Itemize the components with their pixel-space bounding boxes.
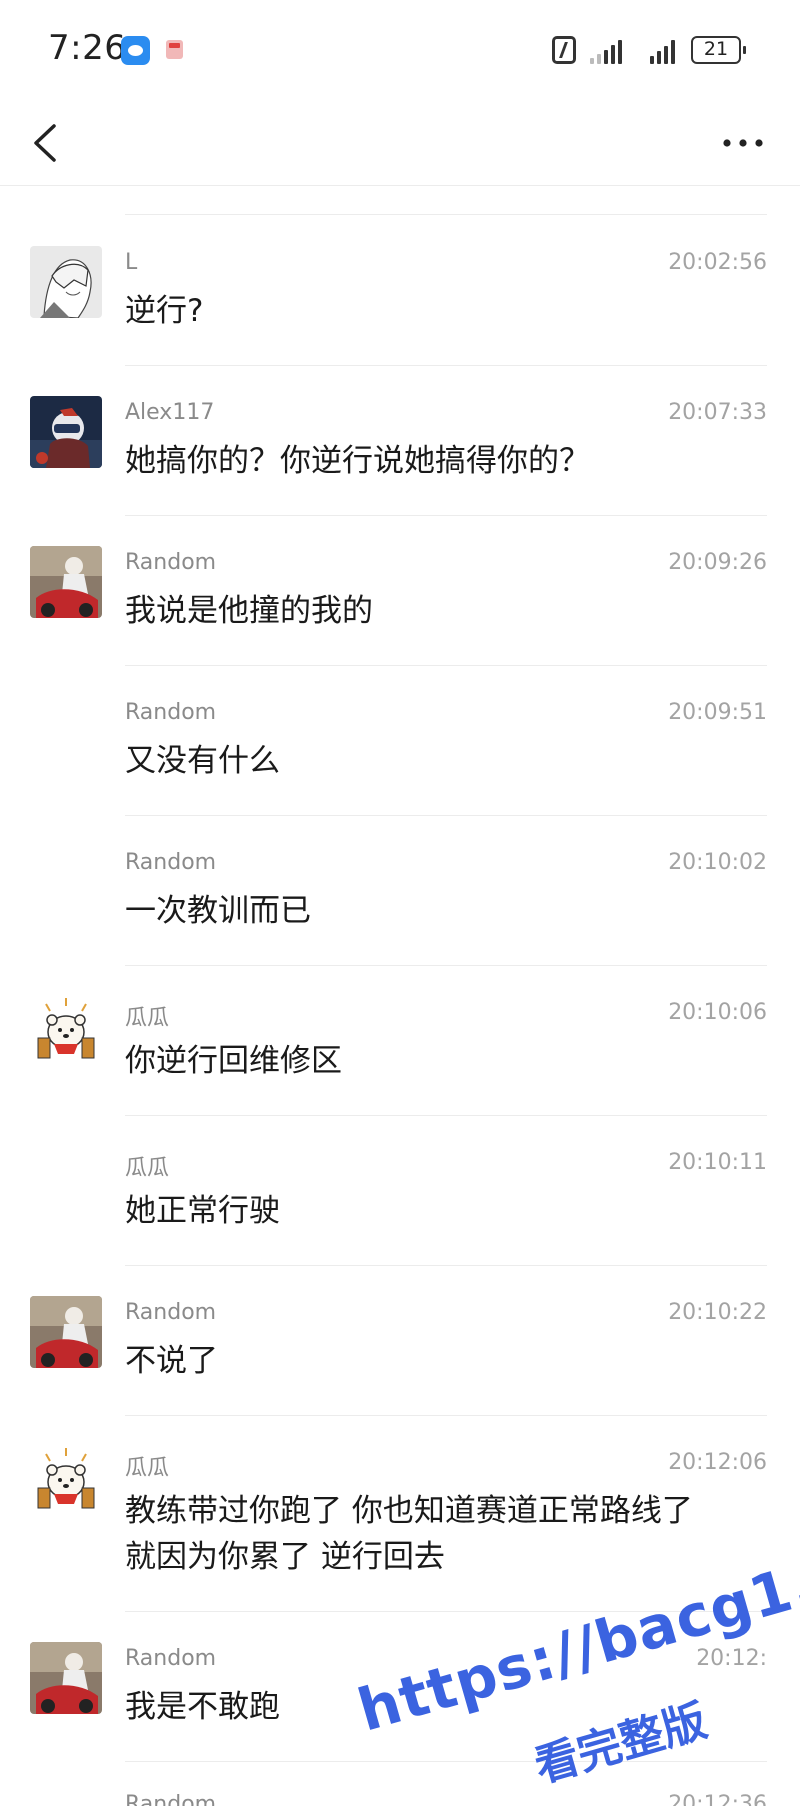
avatar[interactable] — [30, 246, 102, 318]
avatar[interactable] — [30, 996, 102, 1068]
chat-screen: 7:26 21 L 20:02:56 逆行? Alex117 20:07:33 … — [0, 0, 800, 1806]
message-item[interactable]: 瓜瓜 20:10:06 你逆行回维修区 — [0, 966, 800, 1116]
message-item[interactable]: Random 20:10:22 不说了 — [0, 1266, 800, 1416]
message-time: 20:10:22 — [668, 1300, 767, 1325]
sender-name: Random — [125, 1646, 217, 1671]
avatar[interactable] — [30, 1446, 102, 1518]
message-time: 20:10:02 — [668, 850, 767, 875]
message-time: 20:07:33 — [668, 400, 767, 425]
signal-icon — [590, 38, 622, 64]
sender-name: Alex117 — [125, 400, 215, 425]
message-item[interactable]: Alex117 20:07:33 她搞你的？你逆行说她搞得你的？ — [0, 366, 800, 516]
message-time: 20:02:56 — [668, 250, 767, 275]
message-text: 她正常行驶 — [125, 1193, 280, 1229]
status-bar: 7:26 21 — [0, 0, 800, 100]
message-item[interactable]: Random 20:09:51 又没有什么 — [0, 666, 800, 816]
message-text: 教练带过你跑了 你也知道赛道正常路线了 就因为你累了 逆行回去 — [125, 1488, 765, 1580]
sender-name: Random — [125, 550, 217, 575]
nfc-icon — [552, 36, 576, 64]
message-time: 20:12:36 — [668, 1792, 767, 1806]
message-time: 20:10:11 — [668, 1150, 767, 1175]
message-item[interactable]: Random 20:10:02 一次教训而已 — [0, 816, 800, 966]
avatar[interactable] — [30, 1642, 102, 1714]
more-horizontal-icon — [723, 139, 763, 147]
message-time: 20:10:06 — [668, 1000, 767, 1025]
message-text: 她搞你的？你逆行说她搞得你的？ — [125, 443, 590, 479]
message-item[interactable]: 瓜瓜 20:12:06 教练带过你跑了 你也知道赛道正常路线了 就因为你累了 逆… — [0, 1416, 800, 1612]
app-notification-icon — [121, 36, 150, 65]
message-item[interactable]: L 20:02:56 逆行? — [0, 216, 800, 366]
message-time: 20:09:51 — [668, 700, 767, 725]
avatar[interactable] — [30, 546, 102, 618]
avatar[interactable] — [30, 396, 102, 468]
message-text: 我说是他撞的我的 — [125, 593, 373, 629]
message-text: 你逆行回维修区 — [125, 1043, 342, 1079]
battery-icon: 21 — [691, 36, 746, 64]
back-button[interactable] — [22, 116, 72, 170]
message-text-line: 就因为你累了 逆行回去 — [125, 1539, 445, 1575]
sender-name: 瓜瓜 — [125, 1456, 170, 1481]
message-text: 不说了 — [125, 1343, 218, 1379]
message-item[interactable]: Random 20:12: 我是不敢跑 — [0, 1612, 800, 1762]
message-item[interactable]: 瓜瓜 20:10:11 她正常行驶 — [0, 1116, 800, 1266]
sender-name: Random — [125, 700, 217, 725]
avatar[interactable] — [30, 1296, 102, 1368]
chevron-left-icon — [34, 124, 56, 162]
mail-notification-icon — [166, 40, 183, 59]
sender-name: Random — [125, 1300, 217, 1325]
message-text: 我是不敢跑 — [125, 1689, 280, 1725]
sender-name: L — [125, 250, 138, 275]
sender-name: 瓜瓜 — [125, 1156, 170, 1181]
status-time: 7:26 — [48, 28, 127, 68]
message-text: 一次教训而已 — [125, 893, 311, 929]
message-item[interactable]: Random 20:09:26 我说是他撞的我的 — [0, 516, 800, 666]
message-text: 又没有什么 — [125, 743, 280, 779]
sender-name: Random — [125, 1792, 217, 1806]
message-item[interactable]: Random 20:12:36 — [0, 1762, 800, 1806]
divider — [125, 214, 767, 215]
message-time: 20:12: — [696, 1646, 767, 1671]
message-text: 逆行? — [125, 293, 204, 329]
more-options-button[interactable] — [718, 128, 768, 158]
signal-icon — [650, 38, 675, 64]
message-text-line: 教练带过你跑了 你也知道赛道正常路线了 — [125, 1493, 693, 1529]
message-time: 20:12:06 — [668, 1450, 767, 1475]
message-time: 20:09:26 — [668, 550, 767, 575]
sender-name: 瓜瓜 — [125, 1006, 170, 1031]
nav-bar — [0, 100, 800, 186]
sender-name: Random — [125, 850, 217, 875]
